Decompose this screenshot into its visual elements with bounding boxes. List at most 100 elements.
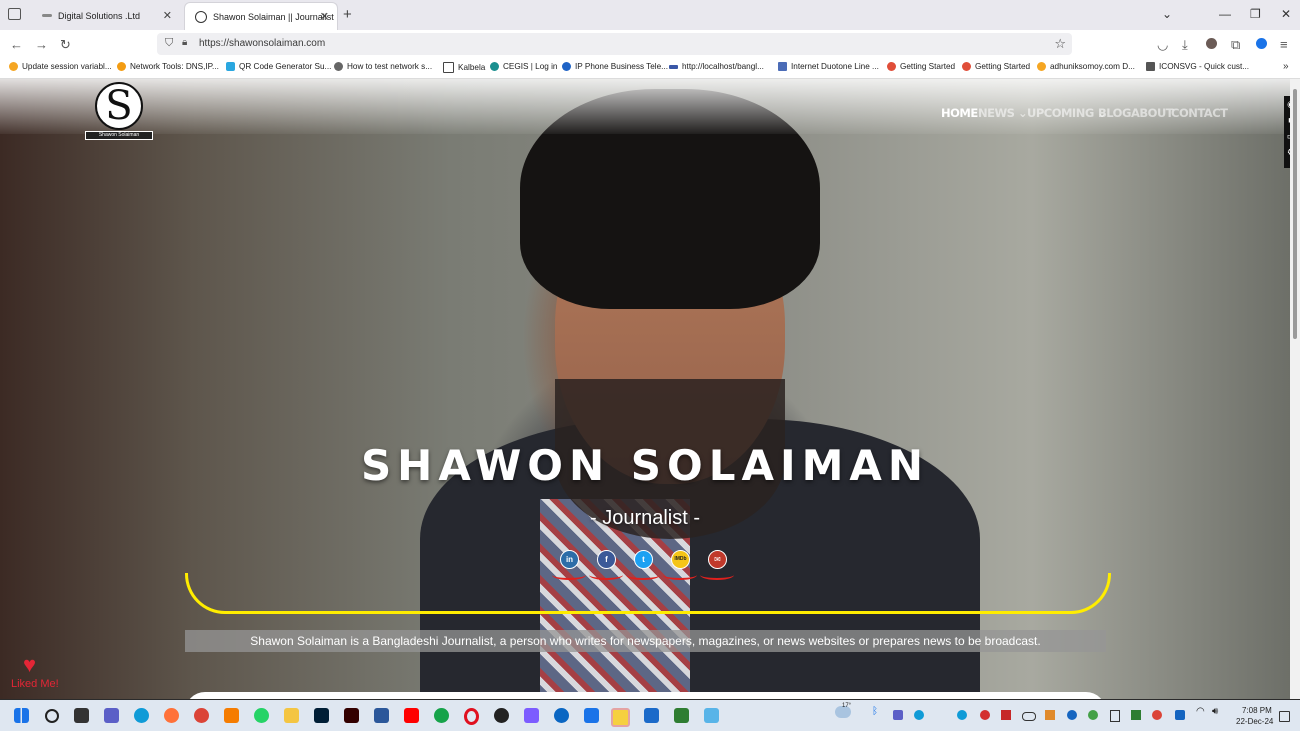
bookmark-item[interactable]: How to test network s...	[334, 62, 432, 71]
bookmark-item[interactable]: Getting Started	[887, 62, 955, 71]
logo-caption: Shawon Solaiman	[85, 131, 153, 140]
address-bar[interactable]: ⛉ 🔒︎ https://shawonsolaiman.com ☆	[157, 33, 1072, 55]
wifi-icon[interactable]: ◠	[1196, 706, 1205, 717]
bluetooth-icon[interactable]: ᛒ	[872, 706, 878, 717]
bookmark-item[interactable]: IP Phone Business Tele...	[562, 62, 668, 71]
bookmark-item[interactable]: http://localhost/bangl...	[669, 62, 764, 71]
bookmark-item[interactable]: Network Tools: DNS,IP...	[117, 62, 219, 71]
pocket-icon[interactable]: ◡	[1157, 37, 1168, 53]
file-explorer-icon[interactable]	[284, 708, 299, 723]
illustrator-icon[interactable]	[344, 708, 359, 723]
network-tray-icon[interactable]	[1175, 710, 1185, 720]
app-feather-icon[interactable]	[524, 708, 539, 723]
chart-app-icon[interactable]	[674, 708, 689, 723]
nav-blog[interactable]: BLOG	[1098, 106, 1131, 120]
lock-icon[interactable]: 🔒︎	[182, 37, 187, 48]
bookmark-item[interactable]: Update session variabl...	[9, 62, 112, 71]
photoshop-icon[interactable]	[314, 708, 329, 723]
notepad-icon[interactable]	[704, 708, 719, 723]
new-tab-button[interactable]: +	[343, 6, 352, 23]
close-tab-icon[interactable]: ✕	[320, 10, 329, 23]
bookmark-star-icon[interactable]: ☆	[1054, 36, 1066, 52]
bookmark-item[interactable]: Internet Duotone Line ...	[778, 62, 879, 71]
sticky-notes-icon[interactable]	[611, 708, 630, 727]
shield-icon[interactable]: ⛉	[165, 37, 173, 50]
search-icon[interactable]	[45, 709, 59, 723]
nav-upcoming[interactable]: UPCOMING ⌄	[1027, 106, 1107, 120]
extension-blue-icon[interactable]	[1256, 38, 1267, 49]
sublime-icon[interactable]	[224, 708, 239, 723]
hero-name: SHAWON SOLAIMAN	[360, 441, 930, 490]
sync-tray-icon[interactable]	[914, 710, 924, 720]
chrome-icon[interactable]	[194, 708, 209, 723]
nav-news[interactable]: NEWS ⌄	[978, 106, 1028, 120]
record-tray-icon[interactable]	[980, 710, 990, 720]
tab-shawon-solaiman[interactable]: Shawon Solaiman || Journalist ✕	[184, 2, 338, 30]
site-logo[interactable]: S	[95, 82, 143, 130]
onedrive-icon[interactable]	[1022, 712, 1036, 721]
url-text[interactable]: https://shawonsolaiman.com	[199, 38, 325, 49]
teams-tray-icon[interactable]	[893, 710, 903, 720]
bookmark-item[interactable]: CEGIS | Log in	[490, 62, 557, 71]
task-view-icon[interactable]	[74, 708, 89, 723]
app-blue-icon[interactable]	[644, 708, 659, 723]
tab-digital-solutions[interactable]: Digital Solutions .Ltd ✕	[32, 2, 180, 29]
firefox-icon[interactable]	[164, 708, 179, 723]
page-scrollbar[interactable]	[1290, 79, 1300, 699]
teams-icon[interactable]	[104, 708, 119, 723]
edge-tray-icon[interactable]	[957, 710, 967, 720]
liked-me-label[interactable]: Liked Me!	[11, 678, 59, 690]
heart-icon[interactable]: ♥	[23, 652, 36, 678]
reload-icon[interactable]: ↻	[60, 37, 71, 53]
scrollbar-thumb[interactable]	[1293, 89, 1297, 339]
close-tab-icon[interactable]: ✕	[163, 9, 172, 22]
people-icon[interactable]	[554, 708, 569, 723]
notification-icon[interactable]	[1279, 711, 1290, 722]
nav-home[interactable]: HOME	[941, 106, 978, 120]
minimize-icon[interactable]: —	[1219, 7, 1231, 21]
bookmark-favicon-icon	[117, 62, 126, 71]
downloads-icon[interactable]: ⤓	[1182, 37, 1188, 53]
list-all-tabs-icon[interactable]: ⌄	[1162, 7, 1172, 21]
facebook-icon[interactable]: f	[597, 550, 616, 569]
clock-date[interactable]: 22-Dec-24	[1236, 717, 1273, 726]
pdf-tray-icon[interactable]	[1001, 710, 1011, 720]
edge-icon[interactable]	[134, 708, 149, 723]
extensions-icon[interactable]: ⧉	[1231, 37, 1240, 53]
speaker-icon[interactable]: 🔊︎	[1212, 706, 1218, 717]
imdb-icon[interactable]: IMDb	[671, 550, 690, 569]
linkedin-icon[interactable]: in	[560, 550, 579, 569]
more-bookmarks-icon[interactable]: »	[1283, 61, 1289, 72]
opera-icon[interactable]	[464, 708, 479, 725]
green-tray-icon[interactable]	[1088, 710, 1098, 720]
calendar-icon[interactable]	[584, 708, 599, 723]
back-icon[interactable]: ←	[10, 37, 23, 52]
clock-time[interactable]: 7:08 PM	[1242, 706, 1272, 715]
email-icon[interactable]: ✉	[708, 550, 727, 569]
usb-tray-icon[interactable]	[1110, 710, 1120, 722]
word-icon[interactable]	[374, 708, 389, 723]
windows-start-icon[interactable]	[14, 708, 29, 723]
security-tray-icon[interactable]	[1067, 710, 1077, 720]
app-tray-icon[interactable]	[1045, 710, 1055, 720]
menu-icon[interactable]: ≡	[1280, 37, 1288, 52]
restore-icon[interactable]: ❐	[1250, 7, 1261, 21]
nav-contact[interactable]: CONTACT	[1171, 106, 1228, 120]
speedometer-icon[interactable]	[494, 708, 509, 723]
account-avatar-icon[interactable]	[1206, 38, 1217, 49]
bookmark-item[interactable]: adhuniksomoy.com D...	[1037, 62, 1135, 71]
nvidia-tray-icon[interactable]	[1131, 710, 1141, 720]
whatsapp-icon[interactable]	[254, 708, 269, 723]
bookmark-folder[interactable]: Kalbela	[443, 62, 485, 73]
bookmark-item[interactable]: Getting Started	[962, 62, 1030, 71]
close-window-icon[interactable]: ✕	[1281, 7, 1291, 21]
youtube-icon[interactable]	[404, 708, 419, 723]
chrome-tray-icon[interactable]	[1152, 710, 1162, 720]
forward-icon[interactable]: →	[35, 37, 48, 52]
nav-about[interactable]: ABOUT	[1131, 106, 1174, 120]
bookmark-item[interactable]: ICONSVG - Quick cust...	[1146, 62, 1249, 71]
app-green-icon[interactable]	[434, 708, 449, 723]
twitter-icon[interactable]: t	[634, 550, 653, 569]
tab-list-icon[interactable]	[8, 8, 21, 20]
bookmark-item[interactable]: QR Code Generator Su...	[226, 62, 331, 71]
